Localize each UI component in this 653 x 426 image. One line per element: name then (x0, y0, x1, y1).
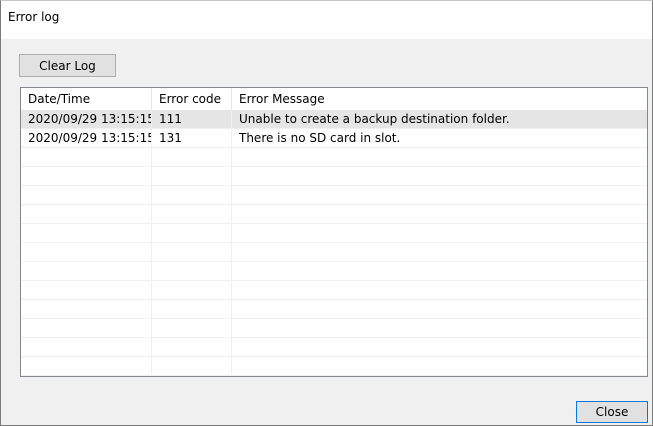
empty-row (21, 224, 647, 243)
empty-row (21, 186, 647, 205)
datetime-cell: 2020/09/29 13:15:15 (21, 129, 152, 148)
empty-row (21, 167, 647, 186)
empty-row (21, 205, 647, 224)
empty-row (21, 148, 647, 167)
error-code-cell: 131 (152, 129, 232, 148)
error-message-cell: Unable to create a backup destination fo… (239, 112, 510, 126)
empty-row (21, 357, 647, 376)
empty-row (21, 300, 647, 319)
datetime-cell: 2020/09/29 13:15:15 (21, 110, 152, 129)
empty-row (21, 319, 647, 338)
error-message-cell: There is no SD card in slot. (239, 131, 401, 145)
error-log-dialog: Error log Clear Log Date/Time Error code… (0, 0, 653, 426)
window-title: Error log (8, 10, 60, 24)
clear-log-button[interactable]: Clear Log (19, 54, 116, 77)
column-header-datetime[interactable]: Date/Time (21, 88, 152, 110)
empty-row (21, 338, 647, 357)
empty-row (21, 281, 647, 300)
close-button[interactable]: Close (576, 401, 648, 423)
title-bar: Error log (1, 1, 652, 39)
empty-row (21, 262, 647, 281)
list-rows: 2020/09/29 13:15:15 111 Unable to create… (21, 110, 647, 376)
error-code-cell: 111 (152, 110, 232, 129)
empty-row (21, 243, 647, 262)
column-header-error-message[interactable]: Error Message (232, 88, 647, 110)
table-row[interactable]: 2020/09/29 13:15:15 131 There is no SD c… (21, 129, 647, 148)
table-row[interactable]: 2020/09/29 13:15:15 111 Unable to create… (21, 110, 647, 129)
column-header-error-code[interactable]: Error code (152, 88, 232, 110)
error-log-list[interactable]: Date/Time Error code Error Message 2020/… (20, 87, 648, 377)
list-header: Date/Time Error code Error Message (21, 88, 647, 110)
